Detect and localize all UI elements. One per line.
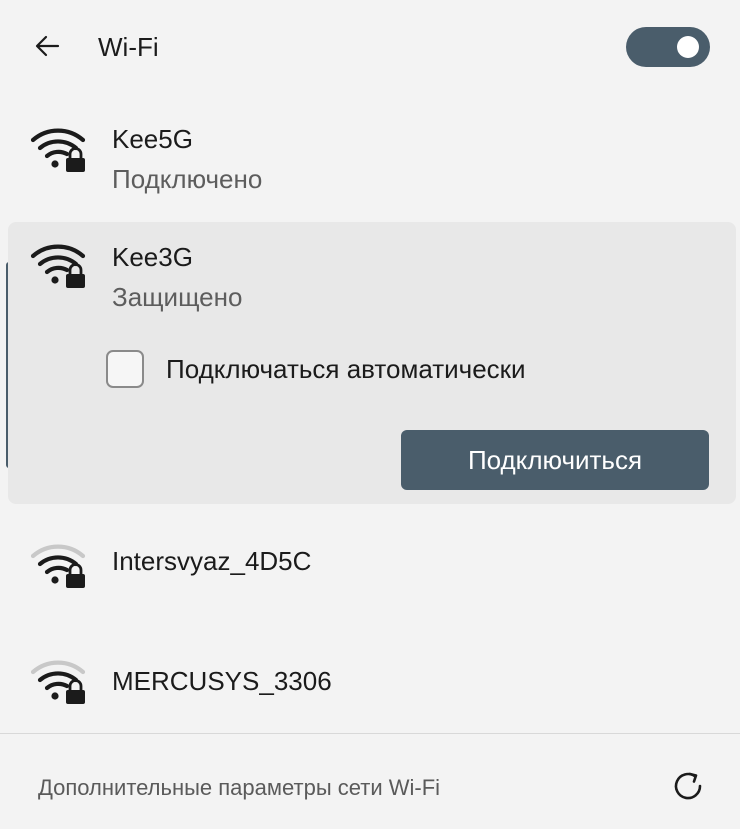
wifi-toggle[interactable] [626,27,710,67]
wifi-secured-icon [30,128,86,172]
auto-connect-checkbox[interactable] [106,350,144,388]
network-status: Подключено [112,164,263,194]
network-name: Intersvyaz_4D5C [112,546,312,576]
refresh-icon[interactable] [668,766,708,806]
network-name: Kee5G [112,124,193,154]
page-title: Wi-Fi [98,32,159,62]
more-wifi-settings-link[interactable]: Дополнительные параметры сети Wi-Fi [38,773,440,803]
footer-divider [0,733,740,734]
arrow-left-icon[interactable] [30,28,66,64]
network-item-kee3g[interactable]: Kee3G Защищено Подключаться автоматическ… [8,222,736,504]
toggle-knob [677,36,699,58]
wifi-header: Wi-Fi [0,0,740,96]
wifi-secured-icon [30,244,86,288]
network-item-kee5g[interactable]: Kee5G Подключено [0,104,740,214]
connect-button[interactable]: Подключиться [401,430,709,490]
network-item-intersvyaz[interactable]: Intersvyaz_4D5C [0,518,740,618]
network-item-mercusys[interactable]: MERCUSYS_3306 [0,640,740,730]
wifi-secured-icon [30,544,86,588]
network-status: Защищено [112,282,243,312]
auto-connect-label: Подключаться автоматически [166,354,526,384]
network-name: Kee3G [112,242,193,272]
network-name: MERCUSYS_3306 [112,666,332,696]
wifi-secured-icon [30,660,86,704]
